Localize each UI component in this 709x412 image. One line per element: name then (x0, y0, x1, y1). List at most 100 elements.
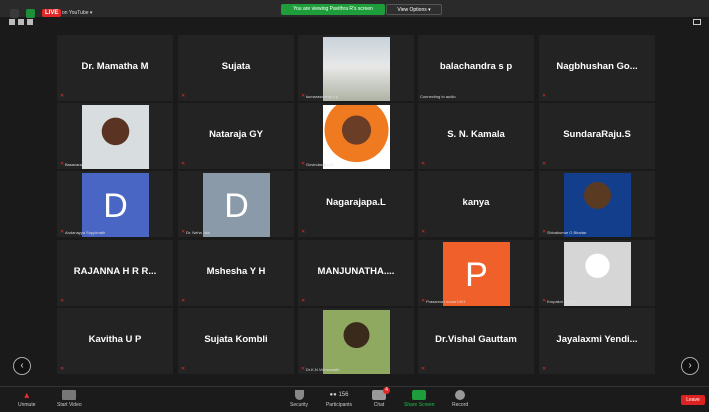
participant-photo (564, 242, 631, 306)
participant-tile[interactable]: RAJANNA H R R... ✕ (57, 240, 173, 306)
viewing-banner: You are viewing Pavithra R's screen (281, 4, 385, 15)
mic-muted-icon: ✕ (542, 298, 547, 304)
top-bar: LIVE on YouTube ▾ You are viewing Pavith… (0, 0, 709, 18)
mic-muted-icon: ✕ (60, 161, 65, 167)
participant-tile[interactable]: Mshesha Y H ✕ (178, 240, 294, 306)
mic-muted-icon: ✕ (60, 298, 65, 304)
participant-name: MANJUNATHA.... (317, 266, 395, 277)
participant-tile[interactable]: Dr.Vishal Gauttam ✕ (418, 308, 534, 374)
participant-label: Connecting to audio (420, 94, 456, 99)
participant-name: Kavitha U P (88, 334, 142, 345)
participant-tile[interactable]: ✕ Krupakni Naidu (539, 240, 655, 306)
live-badge: LIVE (42, 9, 62, 17)
prev-page-button[interactable]: ‹ (13, 357, 31, 375)
chat-icon: 4 (372, 387, 390, 400)
mic-muted-icon: ✕ (181, 229, 186, 235)
participant-tile[interactable]: Nagbhushan Go... ✕ (539, 35, 655, 101)
participant-label: kumaraswamy.s.p (306, 94, 338, 99)
participant-name: kanya (462, 197, 490, 208)
mic-muted-icon: ✕ (301, 229, 306, 235)
mic-muted-icon: ✕ (542, 161, 547, 167)
youtube-label[interactable]: on YouTube ▾ (62, 10, 92, 16)
shield-icon[interactable] (26, 9, 35, 18)
participant-tile[interactable]: ✕ Govindaraju LG (298, 103, 414, 169)
participant-tile[interactable]: Dr. Mamatha M ✕ (57, 35, 173, 101)
participant-tile[interactable]: Nataraja GY ✕ (178, 103, 294, 169)
participant-name: S. N. Kamala (447, 129, 505, 140)
record-button[interactable]: Record (452, 390, 468, 408)
security-button[interactable]: Security (290, 390, 308, 408)
gallery-view-icon[interactable] (693, 19, 701, 25)
participant-tile[interactable]: Sujata Kombli ✕ (178, 308, 294, 374)
participant-name: Nagbhushan Go... (556, 61, 638, 72)
mic-muted-icon: ✕ (301, 93, 306, 99)
mic-muted-icon: ▴ (24, 390, 30, 401)
participant-name: Mshesha Y H (206, 266, 266, 277)
unmute-button[interactable]: ▴ Unmute (18, 390, 36, 408)
participant-avatar: D (203, 173, 270, 237)
chat-button[interactable]: 4 Chat (372, 387, 390, 408)
participant-tile[interactable]: kanya ✕ (418, 171, 534, 237)
window-controls[interactable] (9, 19, 33, 25)
participant-tile[interactable]: ✕ kumaraswamy.s.p (298, 35, 414, 101)
mic-muted-icon: ✕ (421, 161, 426, 167)
participant-label: Prasanna Leonar1401 (426, 299, 466, 304)
participant-tile[interactable]: balachandra s p Connecting to audio (418, 35, 534, 101)
participant-label: Dr.K.N Vishwanath (306, 367, 340, 372)
chat-badge: 4 (383, 387, 390, 394)
mic-muted-icon: ✕ (301, 298, 306, 304)
mic-muted-icon: ✕ (181, 298, 186, 304)
participant-photo (323, 37, 390, 101)
participant-label: Basavaraj Kumbar (65, 162, 98, 167)
mic-muted-icon: ✕ (181, 366, 186, 372)
participant-label: Dr. Neha Jain (186, 230, 211, 235)
mic-muted-icon: ✕ (60, 366, 65, 372)
mic-muted-icon: ✕ (542, 229, 547, 235)
mic-muted-icon: ✕ (181, 161, 186, 167)
mic-muted-icon: ✕ (301, 161, 306, 167)
mic-muted-icon: ✕ (542, 93, 547, 99)
participant-avatar: D (82, 173, 149, 237)
participant-tile[interactable]: Sujata ✕ (178, 35, 294, 101)
participant-tile[interactable]: ✕ Shivakumar G Biradar (539, 171, 655, 237)
participant-tile[interactable]: S. N. Kamala ✕ (418, 103, 534, 169)
share-screen-button[interactable]: Share Screen (404, 390, 435, 408)
leave-button[interactable]: Leave (681, 395, 705, 405)
start-video-button[interactable]: Start Video (57, 390, 82, 408)
record-icon (455, 390, 466, 400)
mic-muted-icon: ✕ (181, 93, 186, 99)
participant-label: Krupakni Naidu (547, 299, 575, 304)
participant-tile[interactable]: ✕ Basavaraj Kumbar (57, 103, 173, 169)
participant-tile[interactable]: ✕ Dr.K.N Vishwanath (298, 308, 414, 374)
participant-name: Dr.Vishal Gauttam (435, 334, 517, 345)
meeting-toolbar: ▴ Unmute Start Video Security ●● 156 Par… (0, 386, 709, 412)
participant-name: SundaraRaju.S (563, 129, 631, 140)
share-screen-icon (412, 390, 427, 400)
app-icon[interactable] (10, 9, 19, 18)
participant-tile[interactable]: Nagarajapa.L ✕ (298, 171, 414, 237)
participant-name: Nataraja GY (209, 129, 263, 140)
participant-tile[interactable]: Jayalaxmi Yendi... ✕ (539, 308, 655, 374)
participant-tile[interactable]: SundaraRaju.S ✕ (539, 103, 655, 169)
mic-muted-icon: ✕ (60, 229, 65, 235)
people-icon: ●● 156 (329, 392, 349, 398)
participant-name: Nagarajapa.L (326, 197, 386, 208)
next-page-button[interactable]: › (681, 357, 699, 375)
mic-muted-icon: ✕ (421, 366, 426, 372)
participant-tile[interactable]: D ✕ Dr. Neha Jain (178, 171, 294, 237)
participant-tile[interactable]: D ✕ Andanayya Soppimath (57, 171, 173, 237)
participant-photo (82, 105, 149, 169)
view-options-button[interactable]: View Options ▾ (386, 4, 442, 15)
participants-button[interactable]: ●● 156 Participants (325, 390, 353, 408)
video-off-icon (62, 390, 77, 400)
participant-label: Govindaraju LG (306, 162, 335, 167)
participant-tile[interactable]: P ✕ Prasanna Leonar1401 (418, 240, 534, 306)
mic-muted-icon: ✕ (421, 298, 426, 304)
participant-photo (323, 105, 390, 169)
participant-name: RAJANNA H R R... (73, 266, 157, 277)
participant-tile[interactable]: Kavitha U P ✕ (57, 308, 173, 374)
participant-avatar: P (443, 242, 510, 306)
participant-name: Dr. Mamatha M (81, 61, 149, 72)
participant-tile[interactable]: MANJUNATHA.... ✕ (298, 240, 414, 306)
participant-label: Shivakumar G Biradar (547, 230, 587, 235)
